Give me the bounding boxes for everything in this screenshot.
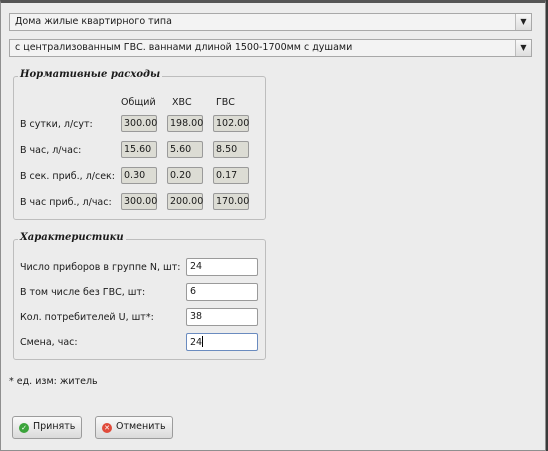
value-day-total: 300.00 (121, 115, 157, 132)
cancel-button[interactable]: ✕ Отменить (95, 416, 173, 439)
cancel-icon: ✕ (102, 423, 112, 433)
no-hot-water-input[interactable]: 6 (186, 283, 258, 301)
chevron-down-icon[interactable]: ▼ (515, 40, 531, 56)
shift-hours-input[interactable]: 24 (186, 333, 258, 351)
building-type-select[interactable]: Дома жилые квартирного типа ▼ (9, 13, 532, 31)
unit-footnote: * ед. изм: житель (9, 376, 98, 387)
dialog-window: Дома жилые квартирного типа ▼ с централи… (0, 0, 546, 451)
value-day-hot: 102.00 (213, 115, 249, 132)
norms-legend: Нормативные расходы (18, 69, 163, 80)
row-label-day: В сутки, л/сут: (20, 119, 93, 130)
devices-count-label: Число приборов в группе N, шт: (20, 262, 181, 273)
value-sec-hot: 0.17 (213, 167, 249, 184)
no-hot-water-label: В том числе без ГВС, шт: (20, 287, 146, 298)
value-hdev-hot: 170.00 (213, 193, 249, 210)
characteristics-legend: Характеристики (18, 232, 126, 243)
shift-hours-label: Смена, час: (20, 337, 78, 348)
chevron-down-icon[interactable]: ▼ (515, 14, 531, 30)
row-label-sec-device: В сек. приб., л/сек: (20, 171, 115, 182)
header-cold-water: ХВС (172, 97, 192, 108)
water-supply-select[interactable]: с централизованным ГВС. ваннами длиной 1… (9, 39, 532, 57)
value-sec-total: 0.30 (121, 167, 157, 184)
value-hdev-cold: 200.00 (167, 193, 203, 210)
value-hour-cold: 5.60 (167, 141, 203, 158)
header-hot-water: ГВС (216, 97, 235, 108)
value-hour-total: 15.60 (121, 141, 157, 158)
cancel-label: Отменить (116, 421, 166, 432)
consumers-input[interactable]: 38 (186, 308, 258, 326)
consumers-label: Кол. потребителей U, шт*: (20, 312, 154, 323)
water-supply-value: с централизованным ГВС. ваннами длиной 1… (15, 42, 353, 53)
value-sec-cold: 0.20 (167, 167, 203, 184)
devices-count-input[interactable]: 24 (186, 258, 258, 276)
value-hour-hot: 8.50 (213, 141, 249, 158)
row-label-hour-device: В час приб., л/час: (20, 197, 112, 208)
accept-button[interactable]: ✓ Принять (12, 416, 83, 439)
value-hdev-total: 300.00 (121, 193, 157, 210)
shift-hours-value: 24 (190, 337, 203, 348)
row-label-hour: В час, л/час: (20, 145, 82, 156)
accept-label: Принять (33, 421, 76, 432)
text-caret (202, 336, 204, 347)
building-type-value: Дома жилые квартирного типа (15, 16, 172, 27)
header-total: Общий (121, 97, 156, 108)
value-day-cold: 198.00 (167, 115, 203, 132)
check-icon: ✓ (19, 423, 29, 433)
